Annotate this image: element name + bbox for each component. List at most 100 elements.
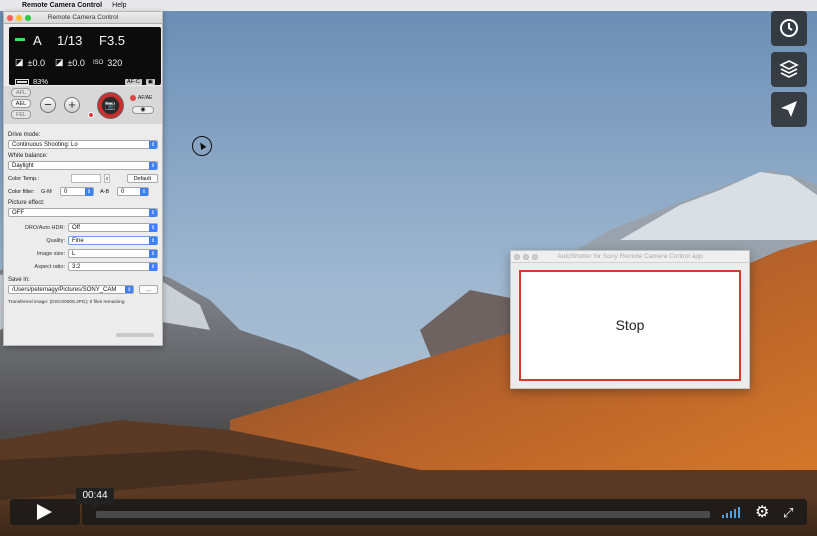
ab-select[interactable]: 0 ⇕ [117,187,149,196]
quality-select[interactable]: Fine ⇕ [68,236,158,245]
close-button[interactable] [514,254,520,260]
dro-select[interactable]: Off ⇕ [68,223,158,232]
fullscreen-icon[interactable]: ⤢ [783,505,793,521]
transfer-progress-bar [116,333,154,337]
picture-effect-select[interactable]: OFF ⇕ [8,208,158,217]
play-button[interactable] [10,499,80,525]
window-title: Remote Camera Control [47,14,119,21]
gm-label: G-M [41,188,52,195]
volume-bar-icon [730,511,732,518]
gm-value: 0 [64,189,68,195]
share-button[interactable] [771,92,807,127]
settings-form: Drive mode: Continuous Shooting: Lo ⇕ Whi… [4,124,162,305]
minimize-button[interactable] [523,254,529,260]
white-balance-label: White balance: [8,153,48,159]
zoom-button[interactable] [532,254,538,260]
picture-effect-value: OFF [12,210,24,216]
autoshutter-title: AutoShutter for Sony Remote Camera Contr… [557,253,703,260]
af-ae-indicator-icon [130,95,136,101]
transfer-status: Transferred image: (DSC00008.JPG); 0 fil… [8,300,125,305]
exposure-comp-icon: ◪ [15,57,24,67]
zoom-out-button[interactable]: − [40,97,56,113]
save-in-label: Save in: [8,277,30,283]
shutter-speed[interactable]: 1/13 [57,33,99,48]
autoshutter-window: AutoShutter for Sony Remote Camera Contr… [510,250,750,389]
gm-select[interactable]: 0 ⇕ [60,187,94,196]
default-button[interactable]: Default [126,174,158,183]
aspect-ratio-label: Aspect ratio: [34,263,65,270]
image-size-select[interactable]: L ⇕ [68,249,158,258]
shutter-button[interactable]: 📷 [98,93,123,118]
dro-label: DRO/Auto HDR: [24,224,65,231]
battery-level: 83% [33,77,49,86]
iso-value[interactable]: 320 [107,58,122,68]
live-view-eye-button[interactable]: ◉ [132,106,154,114]
quality-label: Quality: [46,237,65,244]
battery-icon [15,78,29,85]
select-arrows-icon: ⇕ [149,237,157,245]
camera-icon: 📷 [102,97,119,114]
iso-label: ISO [92,59,104,66]
camera-status-display: ▬ A 1/13 F3.5 ◪ ±0.0 ◪ ±0.0 ISO 320 83% … [9,27,161,86]
flash-comp-icon: ◪ [54,57,64,67]
browse-button[interactable]: ... [139,285,158,294]
watch-later-button[interactable] [771,11,807,46]
select-arrows-icon: ⇕ [149,250,157,258]
menu-app-name[interactable]: Remote Camera Control [22,0,102,11]
settings-gear-icon[interactable]: ⚙ [755,505,769,521]
record-indicator-icon[interactable] [88,112,94,118]
menu-help[interactable]: Help [112,0,126,11]
ael-button[interactable]: AEL [11,99,31,108]
afl-button[interactable]: AFL [11,88,31,97]
volume-bar-icon [738,507,740,518]
traffic-lights [514,254,538,260]
color-temp-stepper[interactable]: ⇕ [104,174,110,183]
metering-mode-icon[interactable]: ▣ [145,78,155,85]
send-icon [781,101,797,117]
window-titlebar[interactable]: Remote Camera Control [4,12,162,24]
exposure-comp-value[interactable]: ±0.0 [28,58,45,68]
ab-label: A-B [100,188,110,195]
save-path-value: /Users/peternagy/Pictures/SONY_CAM [12,287,117,293]
flash-comp-value[interactable]: ±0.0 [67,58,84,68]
color-filter-label: Color filter: [8,188,35,195]
af-ae-label: AF/AE [138,95,153,101]
fel-button[interactable]: FEL [11,110,31,119]
quality-value: Fine [72,238,84,244]
select-arrows-icon: ⇕ [149,162,157,170]
close-button[interactable] [7,15,13,21]
battery-grip-icon: ▬ [15,33,25,44]
autoshutter-titlebar[interactable]: AutoShutter for Sony Remote Camera Contr… [511,251,749,263]
current-time-tooltip: 00:44 [76,488,114,508]
camera-controls: AFL AEL FEL − + 📷 AF/AE ◉ [4,86,162,124]
white-balance-select[interactable]: Daylight ⇕ [8,161,158,170]
seek-bar[interactable] [96,511,710,518]
aspect-ratio-select[interactable]: 3:2 ⇕ [68,262,158,271]
aperture-value[interactable]: F3.5 [99,33,125,48]
focus-mode-badge[interactable]: AF-C [124,78,142,85]
ab-value: 0 [121,189,125,195]
volume-control[interactable] [722,507,740,518]
image-size-label: Image size: [36,250,65,257]
zoom-in-button[interactable]: + [64,97,80,113]
drive-mode-select[interactable]: Continuous Shooting: Lo ⇕ [8,140,158,149]
traffic-lights [7,15,31,21]
stop-button[interactable]: Stop [519,270,741,381]
drive-mode-value: Continuous Shooting: Lo [12,142,78,148]
dro-value: Off [72,225,80,231]
aspect-ratio-value: 3:2 [72,264,81,270]
drive-mode-label: Drive mode: [8,132,41,138]
zoom-button[interactable] [25,15,31,21]
minimize-button[interactable] [16,15,22,21]
select-arrows-icon: ⇕ [149,224,157,232]
white-balance-value: Daylight [12,163,34,169]
select-arrows-icon: ⇕ [149,209,157,217]
collections-button[interactable] [771,52,807,87]
save-path-select[interactable]: /Users/peternagy/Pictures/SONY_CAM ⇕ [8,285,135,294]
select-arrows-icon: ⇕ [125,286,134,293]
select-arrows-icon: ⇕ [85,188,93,196]
color-temp-label: Color Temp.: [8,175,40,182]
cursor-highlight-icon [192,136,212,156]
play-icon [37,504,52,520]
color-temp-input[interactable] [71,174,101,183]
